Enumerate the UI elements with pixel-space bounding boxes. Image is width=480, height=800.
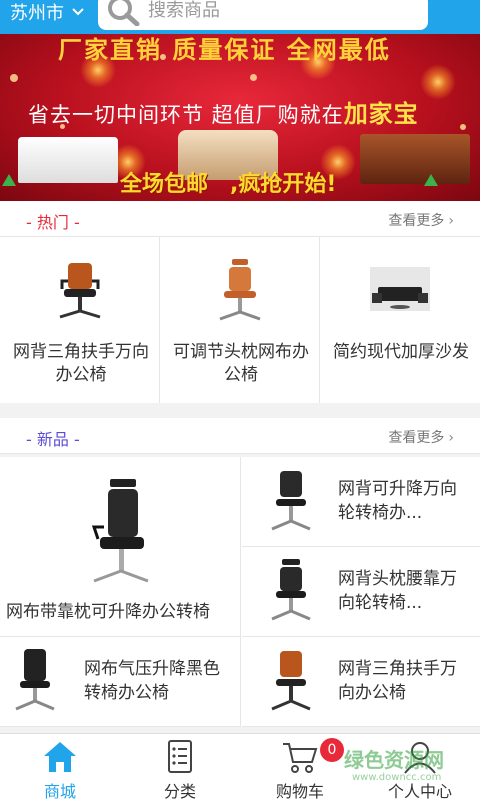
view-more-label: 查看更多: [388, 213, 445, 229]
view-more-label: 查看更多: [388, 430, 445, 446]
hot-product-card[interactable]: 可调节头枕网布办公椅: [160, 237, 320, 403]
tab-label: 商城: [43, 782, 76, 800]
new-product-card[interactable]: 网背三角扶手万向办公椅: [242, 637, 480, 727]
new-product-card[interactable]: 网背可升降万向轮转椅办...: [242, 457, 480, 547]
banner-slogan-text: 省去一切中间环节 超值厂购就在: [28, 103, 344, 127]
hot-section-title: - 热门 -: [26, 213, 80, 232]
sparkle-decoration: [250, 74, 257, 81]
dining-table-image: [360, 134, 470, 184]
app-page: 苏州市 厂家直销 质量保证 全网最低 省去一切中间环节 超值厂购就在加家宝: [0, 0, 480, 800]
hot-product-card[interactable]: 网背三角扶手万向办公椅: [0, 237, 160, 403]
black-headrest-chair-icon: [271, 559, 311, 621]
house-icon: [44, 742, 76, 772]
triangle-decoration: [424, 174, 438, 186]
cart-icon: [283, 743, 318, 773]
new-view-more-link[interactable]: 查看更多 ›: [388, 427, 454, 447]
chevron-right-icon: ›: [448, 213, 454, 229]
city-label: 苏州市: [10, 3, 64, 24]
promo-banner[interactable]: 厂家直销 质量保证 全网最低 省去一切中间环节 超值厂购就在加家宝 全场包邮 ,…: [0, 34, 480, 201]
hot-product-card[interactable]: 简约现代加厚沙发: [320, 237, 480, 403]
black-tall-chair-icon: [15, 649, 55, 711]
sparkle-decoration: [10, 74, 18, 82]
chevron-right-icon: ›: [448, 430, 454, 446]
sparkle-decoration: [460, 124, 466, 130]
tab-mall[interactable]: 商城: [0, 734, 120, 800]
black-high-back-chair-icon: [91, 479, 149, 583]
black-office-chair-icon: [59, 263, 101, 319]
chevron-down-icon: [72, 0, 84, 22]
triangle-decoration: [2, 174, 16, 186]
promo-rush-start: ,疯抢开始!: [230, 172, 337, 197]
banner-brand: 加家宝: [343, 100, 419, 128]
product-name: 简约现代加厚沙发: [333, 342, 469, 362]
orange-mesh-chair-icon: [219, 259, 261, 321]
orange-mesh-chair-icon: [271, 651, 311, 711]
firework-decoration: [420, 64, 456, 100]
watermark-text: 绿色资源网: [344, 748, 444, 772]
black-mesh-chair-icon: [271, 471, 311, 531]
product-name: 网背可升降万向轮转椅办...: [338, 479, 457, 523]
tab-cart[interactable]: 0 购物车: [240, 734, 360, 800]
new-product-grid: 网布带靠枕可升降办公转椅 网背可升降万向轮转椅办... 网背头枕腰靠万向轮转椅.…: [0, 457, 480, 727]
tab-label: 购物车: [275, 782, 324, 800]
cart-count-badge: 0: [320, 738, 344, 762]
banner-slogan-mid: 省去一切中间环节 超值厂购就在加家宝: [28, 94, 419, 129]
bed-image: [18, 137, 118, 183]
new-section-header: - 新品 - 查看更多 ›: [0, 418, 480, 454]
promo-free-shipping: 全场包邮: [120, 172, 209, 197]
tab-category[interactable]: 分类: [120, 734, 240, 800]
new-product-card[interactable]: 网布气压升降黑色转椅办公椅: [0, 637, 241, 727]
new-product-card[interactable]: 网背头枕腰靠万向轮转椅...: [242, 547, 480, 637]
product-name: 网背头枕腰靠万向轮转椅...: [338, 569, 457, 613]
new-section-title: - 新品 -: [26, 430, 80, 449]
city-selector[interactable]: 苏州市: [10, 0, 84, 26]
hot-view-more-link[interactable]: 查看更多 ›: [388, 210, 454, 230]
watermark-url: www.downcc.com: [352, 772, 442, 783]
promo-strip: 全场包邮 ,疯抢开始!: [120, 162, 370, 197]
product-name: 网布气压升降黑色转椅办公椅: [84, 659, 220, 703]
search-box[interactable]: [98, 0, 428, 30]
top-bar: 苏州市: [0, 0, 480, 34]
black-sofa-set-icon: [370, 267, 430, 311]
new-product-card-featured[interactable]: 网布带靠枕可升降办公转椅: [0, 457, 241, 637]
banner-slogan-top: 厂家直销 质量保证 全网最低: [58, 36, 391, 64]
product-name: 可调节头枕网布办公椅: [173, 342, 309, 385]
search-input[interactable]: [148, 0, 408, 22]
hot-section-header: - 热门 - 查看更多 ›: [0, 201, 480, 237]
list-icon: [168, 740, 192, 773]
product-name: 网背三角扶手万向办公椅: [338, 659, 457, 703]
tab-label: 分类: [163, 782, 196, 800]
search-icon: [108, 0, 140, 26]
product-name: 网布带靠枕可升降办公转椅: [6, 602, 210, 622]
product-name: 网背三角扶手万向办公椅: [13, 342, 149, 385]
hot-product-grid: 网背三角扶手万向办公椅 可调节头枕网布办公椅 简约现代加厚沙发: [0, 237, 480, 403]
